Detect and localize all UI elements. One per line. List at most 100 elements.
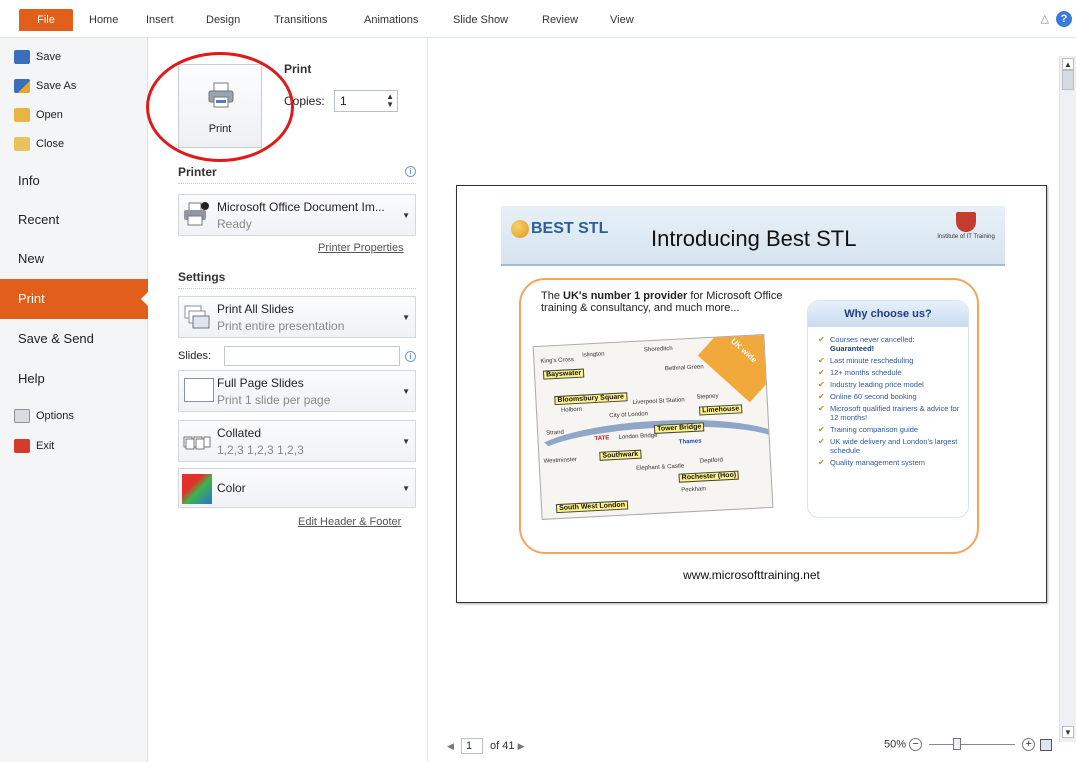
backstage-nav: Save Save As Open Close Info Recent New … xyxy=(0,38,149,762)
save-icon xyxy=(14,50,30,65)
scroll-down-icon[interactable]: ▼ xyxy=(1062,726,1074,738)
full-page-slide-icon xyxy=(184,378,214,402)
map-place: City of London xyxy=(609,411,649,420)
tab-file[interactable]: File xyxy=(19,9,73,31)
map-tag: Bayswater xyxy=(542,368,585,380)
tab-home[interactable]: Home xyxy=(89,11,118,29)
map-place: Holborn xyxy=(560,406,583,414)
print-range-dropdown[interactable]: Print All Slides Print entire presentati… xyxy=(178,296,416,338)
copies-spinner[interactable]: ▲ ▼ xyxy=(386,93,394,109)
printer-properties-link[interactable]: Printer Properties xyxy=(318,242,404,254)
zoom-slider[interactable] xyxy=(929,738,1016,750)
help-icon[interactable]: ? xyxy=(1056,11,1072,27)
color-dropdown[interactable]: Color ▼ xyxy=(178,468,416,508)
edit-header-footer-link[interactable]: Edit Header & Footer xyxy=(298,516,401,528)
nav-close-label: Close xyxy=(36,138,65,150)
nav-save-as-label: Save As xyxy=(36,80,77,92)
annotation-circle xyxy=(146,52,294,162)
slides-stack-icon xyxy=(184,305,210,329)
nav-close[interactable]: Close xyxy=(14,135,64,153)
map-place: Thames xyxy=(678,438,702,446)
layout-dropdown[interactable]: Full Page Slides Print 1 slide per page … xyxy=(178,370,416,412)
tab-transitions[interactable]: Transitions xyxy=(274,11,327,29)
printer-status: Ready xyxy=(217,217,252,231)
map-place: Shoreditch xyxy=(643,345,673,354)
printer-info-icon[interactable]: i xyxy=(405,166,416,177)
nav-save[interactable]: Save xyxy=(14,48,61,66)
why-item-text: Online 60 second booking xyxy=(830,392,917,401)
zoom-slider-knob[interactable] xyxy=(953,738,962,750)
nav-exit[interactable]: Exit xyxy=(14,437,54,455)
zoom-level[interactable]: 50% xyxy=(884,738,906,750)
zoom-to-page-icon[interactable] xyxy=(1040,738,1053,751)
why-item: 12+ months schedule xyxy=(818,368,962,377)
tab-slide-show[interactable]: Slide Show xyxy=(453,11,508,29)
map-place: Islington xyxy=(582,351,605,359)
tab-insert[interactable]: Insert xyxy=(146,11,174,29)
nav-help[interactable]: Help xyxy=(0,359,148,399)
zoom-in-icon[interactable]: + xyxy=(1022,738,1036,751)
why-item: Courses never cancelled:Guaranteed! xyxy=(818,335,962,353)
why-item: Industry leading price model xyxy=(818,380,962,389)
collation-dropdown[interactable]: Collated 1,2,3 1,2,3 1,2,3 ▼ xyxy=(178,420,416,462)
minimize-ribbon-icon[interactable]: △ xyxy=(1040,13,1048,25)
globe-icon xyxy=(511,220,529,238)
nav-options[interactable]: Options xyxy=(14,407,74,425)
chevron-down-icon: ▼ xyxy=(402,313,410,322)
divider xyxy=(178,288,416,289)
nav-save-send[interactable]: Save & Send xyxy=(0,319,148,359)
slides-info-icon[interactable]: i xyxy=(405,351,416,362)
copies-input[interactable]: 1 ▲ ▼ xyxy=(334,90,398,112)
printer-dropdown[interactable]: Microsoft Office Document Im... Ready ▼ xyxy=(178,194,416,236)
chevron-down-icon: ▼ xyxy=(402,437,410,446)
map-place: TATE xyxy=(594,435,610,443)
nav-info[interactable]: Info xyxy=(0,161,148,201)
slides-input[interactable] xyxy=(224,346,400,366)
map-tag: Bloomsbury Square xyxy=(554,392,628,406)
map-place: Peckham xyxy=(681,486,707,494)
tab-design[interactable]: Design xyxy=(206,11,240,29)
why-item-text: Training comparison guide xyxy=(830,425,919,434)
tab-view[interactable]: View xyxy=(610,11,634,29)
color-swatch-icon xyxy=(182,474,212,504)
map-place: Stepney xyxy=(696,393,719,401)
next-page-icon[interactable]: ▶ xyxy=(518,741,525,751)
chevron-down-icon: ▼ xyxy=(402,211,410,220)
tab-animations[interactable]: Animations xyxy=(364,11,418,29)
save-as-icon xyxy=(14,79,30,94)
layout-title: Full Page Slides xyxy=(217,376,304,390)
why-item: Training comparison guide xyxy=(818,425,962,434)
slide-content-card: The UK's number 1 provider for Microsoft… xyxy=(519,278,979,554)
page-total: of 41 xyxy=(490,740,515,752)
why-item: Online 60 second booking xyxy=(818,392,962,401)
printer-device-icon xyxy=(184,202,209,226)
map-place: Strand xyxy=(546,429,565,437)
tab-review[interactable]: Review xyxy=(542,11,578,29)
map-place: Deptford xyxy=(699,457,724,465)
page-number-input[interactable]: 1 xyxy=(460,738,483,754)
scroll-up-icon[interactable]: ▲ xyxy=(1062,58,1074,70)
slide-title: Introducing Best STL xyxy=(651,226,857,251)
previous-page-icon[interactable]: ◀ xyxy=(447,741,454,751)
why-item-text: 12+ months schedule xyxy=(830,368,902,377)
nav-save-as[interactable]: Save As xyxy=(14,77,76,95)
collation-title: Collated xyxy=(217,426,262,440)
scroll-thumb[interactable] xyxy=(1062,70,1074,90)
ribbon-controls: △ ? xyxy=(1040,11,1072,27)
why-item-text: Quality management system xyxy=(830,458,926,467)
why-item: UK wide delivery and London's largest sc… xyxy=(818,437,962,455)
zoom-out-icon[interactable]: − xyxy=(909,738,923,751)
nav-open[interactable]: Open xyxy=(14,106,63,124)
nav-save-label: Save xyxy=(36,51,62,63)
nav-new[interactable]: New xyxy=(0,239,148,279)
intro-bold: UK's number 1 provider xyxy=(563,290,688,302)
preview-scrollbar[interactable]: ▲ ▼ xyxy=(1059,56,1076,742)
printer-name: Microsoft Office Document Im... xyxy=(217,200,385,214)
map-place: Bethnal Green xyxy=(664,364,704,373)
divider xyxy=(178,183,416,184)
crest-text: Institute of IT Training xyxy=(937,234,995,240)
nav-print[interactable]: Print xyxy=(0,279,149,319)
nav-recent[interactable]: Recent xyxy=(0,200,148,240)
collation-sub: 1,2,3 1,2,3 1,2,3 xyxy=(217,443,304,457)
chevron-down-icon: ▼ xyxy=(402,484,410,493)
